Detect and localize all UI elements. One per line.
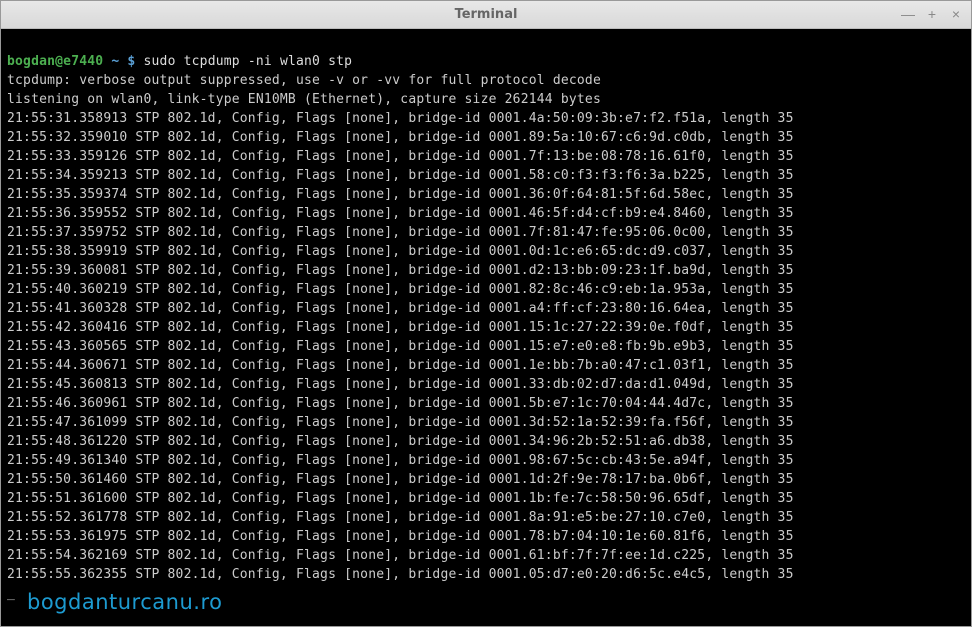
output-line: 21:55:36.359552 STP 802.1d, Config, Flag… xyxy=(7,204,965,223)
prompt-path: ~ xyxy=(111,54,119,69)
output-line: 21:55:44.360671 STP 802.1d, Config, Flag… xyxy=(7,356,965,375)
prompt-user-host: bogdan@e7440 xyxy=(7,54,103,69)
output-line: 21:55:39.360081 STP 802.1d, Config, Flag… xyxy=(7,261,965,280)
output-line: 21:55:55.362355 STP 802.1d, Config, Flag… xyxy=(7,565,965,584)
output-line: 21:55:33.359126 STP 802.1d, Config, Flag… xyxy=(7,147,965,166)
output-line: 21:55:31.358913 STP 802.1d, Config, Flag… xyxy=(7,109,965,128)
output-line: 21:55:40.360219 STP 802.1d, Config, Flag… xyxy=(7,280,965,299)
output-line: 21:55:43.360565 STP 802.1d, Config, Flag… xyxy=(7,337,965,356)
prompt-sigil: $ xyxy=(127,54,135,69)
output-line: 21:55:47.361099 STP 802.1d, Config, Flag… xyxy=(7,413,965,432)
minimize-button[interactable]: — xyxy=(899,5,917,23)
output-line: 21:55:53.361975 STP 802.1d, Config, Flag… xyxy=(7,527,965,546)
output-line: 21:55:35.359374 STP 802.1d, Config, Flag… xyxy=(7,185,965,204)
tcpdump-header-2: listening on wlan0, link-type EN10MB (Et… xyxy=(7,90,965,109)
window-controls: — + × xyxy=(899,5,965,23)
maximize-button[interactable]: + xyxy=(923,5,941,23)
output-line: 21:55:37.359752 STP 802.1d, Config, Flag… xyxy=(7,223,965,242)
output-line: 21:55:52.361778 STP 802.1d, Config, Flag… xyxy=(7,508,965,527)
output-line: 21:55:46.360961 STP 802.1d, Config, Flag… xyxy=(7,394,965,413)
terminal-window: Terminal — + × bogdan@e7440 ~ $ sudo tcp… xyxy=(0,0,972,627)
output-line: 21:55:54.362169 STP 802.1d, Config, Flag… xyxy=(7,546,965,565)
output-line: 21:55:34.359213 STP 802.1d, Config, Flag… xyxy=(7,166,965,185)
tcpdump-header-1: tcpdump: verbose output suppressed, use … xyxy=(7,71,965,90)
titlebar[interactable]: Terminal — + × xyxy=(1,1,971,29)
watermark: bogdanturcanu.ro xyxy=(27,593,222,612)
command-text: sudo tcpdump -ni wlan0 stp xyxy=(143,54,352,69)
output-line: 21:55:51.361600 STP 802.1d, Config, Flag… xyxy=(7,489,965,508)
window-title: Terminal xyxy=(455,7,518,22)
output-line: 21:55:38.359919 STP 802.1d, Config, Flag… xyxy=(7,242,965,261)
cursor: _ xyxy=(7,586,15,601)
output-line: 21:55:41.360328 STP 802.1d, Config, Flag… xyxy=(7,299,965,318)
output-line: 21:55:49.361340 STP 802.1d, Config, Flag… xyxy=(7,451,965,470)
close-button[interactable]: × xyxy=(947,5,965,23)
output-lines: 21:55:31.358913 STP 802.1d, Config, Flag… xyxy=(7,109,965,584)
terminal-body[interactable]: bogdan@e7440 ~ $ sudo tcpdump -ni wlan0 … xyxy=(1,29,971,626)
output-line: 21:55:48.361220 STP 802.1d, Config, Flag… xyxy=(7,432,965,451)
output-line: 21:55:42.360416 STP 802.1d, Config, Flag… xyxy=(7,318,965,337)
output-line: 21:55:50.361460 STP 802.1d, Config, Flag… xyxy=(7,470,965,489)
output-line: 21:55:32.359010 STP 802.1d, Config, Flag… xyxy=(7,128,965,147)
output-line: 21:55:45.360813 STP 802.1d, Config, Flag… xyxy=(7,375,965,394)
